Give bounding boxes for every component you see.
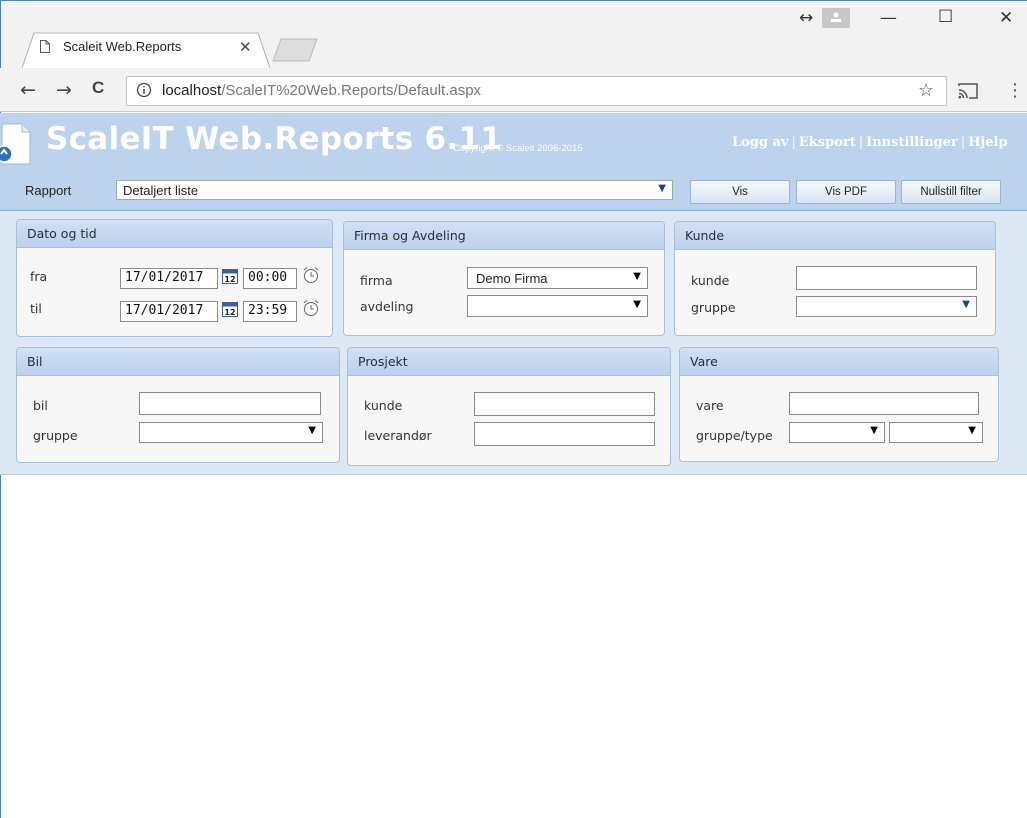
avdeling-label: avdeling — [360, 299, 414, 314]
kunde-gruppe-select[interactable]: ▼ — [796, 296, 977, 317]
vare-gruppe-type-label: gruppe/type — [696, 428, 773, 443]
info-icon[interactable] — [136, 82, 152, 98]
url-path: /ScaleIT%20Web.Reports/Default.aspx — [221, 82, 482, 99]
firma-selected-value: Demo Firma — [476, 271, 548, 286]
chevron-down-icon: ▼ — [633, 299, 641, 310]
logout-link[interactable]: Logg av — [732, 135, 789, 150]
app-title: ScaleIT Web.Reports 6.11 — [46, 121, 503, 157]
panel-header: Kunde — [675, 222, 995, 250]
vis-button[interactable]: Vis — [690, 180, 790, 204]
firma-select[interactable]: Demo Firma ▼ — [467, 267, 648, 289]
til-label: til — [30, 301, 42, 316]
panel-header: Prosjekt — [348, 348, 670, 376]
prosjekt-kunde-input[interactable] — [474, 392, 655, 416]
panel-header: Dato og tid — [17, 220, 332, 248]
fra-date-value: 17/01/2017 — [125, 270, 204, 285]
vare-input[interactable] — [789, 392, 979, 415]
bil-gruppe-label: gruppe — [33, 428, 78, 443]
bookmark-star-icon[interactable]: ☆ — [918, 80, 934, 101]
prosjekt-kunde-label: kunde — [364, 398, 403, 413]
svg-text:12: 12 — [224, 275, 235, 284]
fra-time-value: 00:00 — [248, 270, 288, 285]
header-links: Logg av | Eksport | Innstillinger | Hjelp — [732, 135, 1008, 150]
panel-title: Vare — [690, 354, 718, 369]
avdeling-select[interactable]: ▼ — [467, 295, 648, 317]
url-text[interactable]: localhost/ScaleIT%20Web.Reports/Default.… — [162, 82, 481, 99]
chevron-down-icon: ▼ — [968, 425, 976, 436]
fra-date-input[interactable]: 17/01/2017 — [120, 268, 218, 289]
bil-gruppe-select[interactable]: ▼ — [139, 422, 323, 443]
kunde-input[interactable] — [796, 266, 977, 290]
vare-gruppe-select[interactable]: ▼ — [789, 422, 885, 443]
chevron-down-icon: ▼ — [870, 425, 878, 436]
til-time-input[interactable]: 23:59 — [243, 301, 297, 322]
browser-menu-icon[interactable]: ⋮ — [1006, 80, 1024, 101]
forward-button[interactable]: → — [56, 79, 72, 101]
link-separator: | — [858, 135, 864, 150]
tab-title: Scaleit Web.Reports — [63, 39, 182, 54]
panel-title: Bil — [27, 354, 43, 369]
copyright-text: Copyright © Scaleit 2006-2015 — [453, 143, 583, 154]
tab-close-icon[interactable]: ✕ — [239, 38, 252, 56]
til-time-value: 23:59 — [248, 303, 288, 318]
til-date-input[interactable]: 17/01/2017 — [120, 301, 218, 322]
reload-button[interactable]: C — [92, 78, 104, 98]
til-date-value: 17/01/2017 — [125, 303, 204, 318]
vare-label: vare — [696, 398, 724, 413]
chevron-down-icon: ▼ — [658, 183, 666, 194]
cast-icon[interactable] — [958, 83, 978, 99]
fra-time-input[interactable]: 00:00 — [243, 268, 297, 289]
bil-input[interactable] — [139, 392, 321, 415]
export-link[interactable]: Eksport — [799, 135, 856, 150]
panel-header: Firma og Avdeling — [344, 222, 664, 250]
report-label: Rapport — [25, 183, 72, 198]
page-icon — [40, 40, 50, 53]
resize-icon[interactable]: ↔ — [799, 8, 813, 28]
url-host: localhost — [162, 82, 222, 99]
panel-header: Vare — [680, 348, 998, 376]
bil-label: bil — [33, 398, 48, 413]
panel-title: Prosjekt — [358, 354, 408, 369]
svg-text:12: 12 — [224, 308, 235, 317]
kunde-gruppe-label: gruppe — [691, 300, 736, 315]
alarm-clock-icon[interactable] — [302, 299, 320, 317]
fra-label: fra — [30, 269, 48, 284]
firma-label: firma — [360, 273, 393, 288]
close-window-button[interactable]: ✕ — [999, 8, 1013, 28]
chevron-down-icon: ▼ — [633, 271, 641, 282]
vare-type-select[interactable]: ▼ — [889, 422, 983, 443]
alarm-clock-icon[interactable] — [302, 266, 320, 284]
link-separator: | — [791, 135, 796, 150]
minimize-button[interactable]: — — [880, 8, 897, 28]
vis-pdf-button[interactable]: Vis PDF — [796, 180, 896, 204]
reset-filter-button[interactable]: Nullstill filter — [901, 180, 1001, 204]
chevron-down-icon: ▼ — [962, 299, 970, 310]
app-logo-icon — [0, 123, 31, 165]
leverandor-input[interactable] — [474, 422, 655, 446]
new-tab-button[interactable] — [272, 38, 318, 62]
settings-link[interactable]: Innstillinger — [866, 135, 958, 150]
person-icon — [831, 12, 841, 22]
panel-title: Firma og Avdeling — [354, 228, 466, 243]
maximize-button[interactable]: ☐ — [938, 7, 953, 27]
help-link[interactable]: Hjelp — [968, 135, 1007, 150]
calendar-icon[interactable]: 12 — [222, 301, 238, 317]
chevron-down-icon: ▼ — [308, 425, 316, 436]
panel-title: Dato og tid — [27, 226, 97, 241]
link-separator: | — [960, 135, 966, 150]
back-button[interactable]: ← — [20, 79, 36, 101]
leverandor-label: leverandør — [364, 428, 432, 443]
calendar-icon[interactable]: 12 — [222, 268, 238, 284]
report-select[interactable]: Detaljert liste ▼ — [116, 180, 673, 200]
profile-button[interactable] — [822, 8, 850, 28]
panel-title: Kunde — [685, 228, 725, 243]
report-selected-value: Detaljert liste — [123, 183, 199, 198]
kunde-label: kunde — [691, 273, 730, 288]
panel-header: Bil — [17, 348, 339, 376]
